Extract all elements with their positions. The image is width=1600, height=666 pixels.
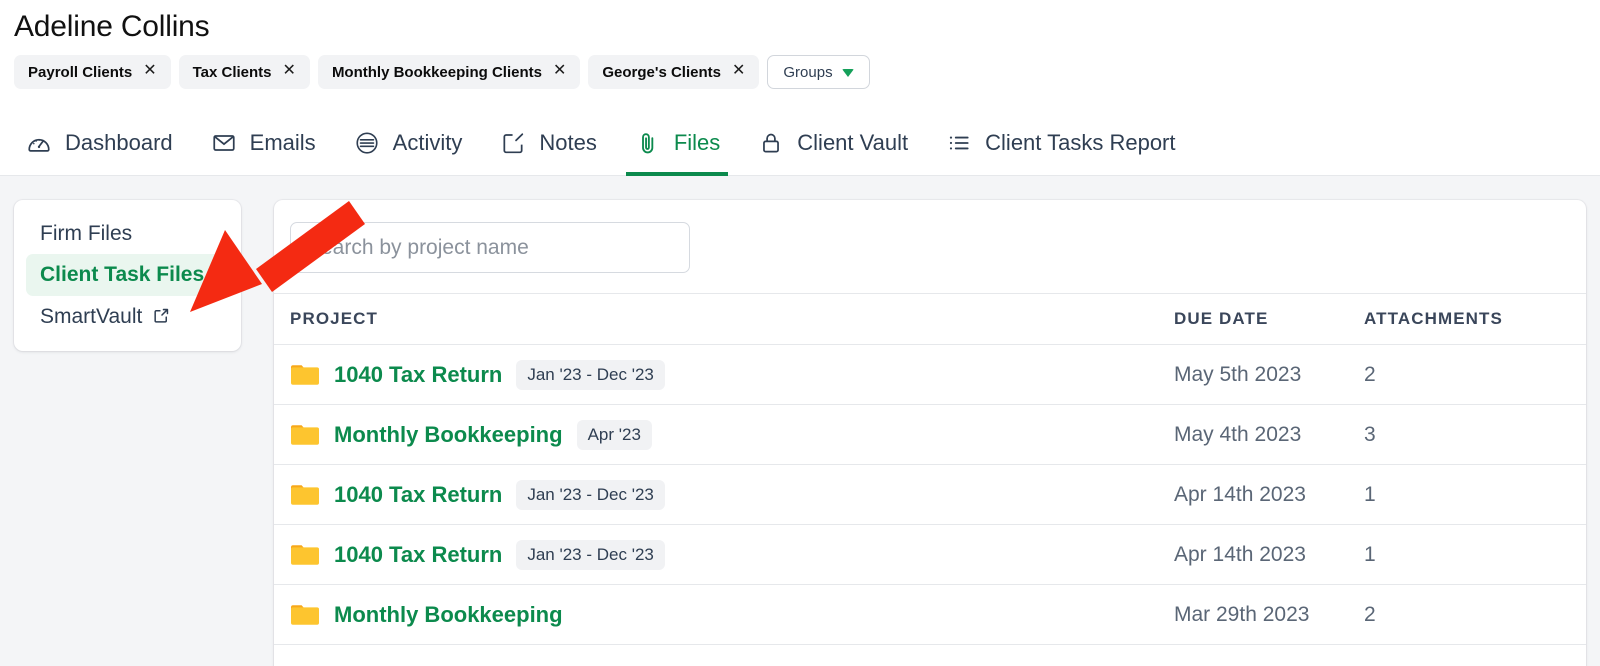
groups-dropdown-button[interactable]: Groups (767, 55, 870, 89)
folder-icon (291, 604, 319, 625)
files-panel: PROJECT DUE DATE ATTACHMENTS 1040 Tax Re… (274, 200, 1586, 666)
tab-client-tasks-report[interactable]: Client Tasks Report (934, 110, 1201, 176)
folder-icon (291, 364, 319, 385)
chip-label: Monthly Bookkeeping Clients (331, 63, 542, 81)
project-cell-inner: 1040 Tax Return Jan '23 - Dec '23 (290, 359, 1174, 390)
group-filter-chips: Payroll Clients ✕ Tax Clients ✕ Monthly … (14, 55, 870, 89)
files-table: PROJECT DUE DATE ATTACHMENTS 1040 Tax Re… (274, 293, 1586, 645)
cell-due-date: Mar 29th 2023 (1174, 584, 1364, 645)
tab-label: Client Vault (797, 129, 909, 155)
table-row[interactable]: Monthly Bookkeeping Apr '23 May 4th 2023 3 (274, 404, 1586, 465)
chip-georges-clients[interactable]: George's Clients ✕ (588, 55, 760, 89)
chip-label: George's Clients (602, 63, 721, 81)
close-icon[interactable]: ✕ (732, 63, 745, 79)
close-icon[interactable]: ✕ (553, 63, 566, 79)
period-badge: Apr '23 (576, 419, 652, 450)
table-header-row: PROJECT DUE DATE ATTACHMENTS (274, 293, 1586, 345)
project-link[interactable]: 1040 Tax Return (334, 482, 502, 508)
tab-client-vault[interactable]: Client Vault (746, 110, 934, 176)
search-row (274, 200, 1586, 293)
list-icon (946, 130, 972, 156)
tab-label: Notes (539, 129, 597, 155)
period-badge: Jan '23 - Dec '23 (516, 479, 665, 510)
tab-label: Client Tasks Report (985, 129, 1176, 155)
project-link[interactable]: Monthly Bookkeeping (334, 602, 563, 628)
chip-label: Payroll Clients (28, 63, 133, 81)
tab-emails[interactable]: Emails (199, 110, 342, 176)
project-cell-inner: Monthly Bookkeeping (290, 602, 1174, 628)
gauge-icon (26, 130, 52, 156)
main-tabbar: Dashboard Emails Activity Notes Files Cl… (0, 110, 1600, 176)
cell-due-date: Apr 14th 2023 (1174, 524, 1364, 585)
search-input[interactable] (290, 222, 690, 273)
groups-label: Groups (783, 63, 833, 81)
cell-project: Monthly Bookkeeping (274, 584, 1174, 645)
project-cell-inner: 1040 Tax Return Jan '23 - Dec '23 (290, 479, 1174, 510)
tab-activity[interactable]: Activity (342, 110, 489, 176)
table-row[interactable]: 1040 Tax Return Jan '23 - Dec '23 May 5th … (274, 344, 1586, 405)
tab-files[interactable]: Files (623, 110, 746, 176)
table-row[interactable]: 1040 Tax Return Jan '23 - Dec '23 Apr 14th… (274, 524, 1586, 585)
column-header-due-date[interactable]: DUE DATE (1174, 293, 1364, 345)
period-badge: Jan '23 - Dec '23 (516, 539, 665, 570)
tab-label: Emails (249, 129, 316, 155)
cell-attachments: 1 (1364, 524, 1586, 585)
folder-icon (291, 424, 319, 445)
chip-tax-clients[interactable]: Tax Clients ✕ (178, 55, 310, 89)
tab-notes[interactable]: Notes (488, 110, 622, 176)
note-edit-icon (500, 130, 526, 156)
chip-label: Tax Clients (192, 63, 272, 81)
tab-label: Activity (392, 129, 463, 155)
table-row[interactable]: Monthly Bookkeeping Mar 29th 2023 2 (274, 584, 1586, 645)
cell-due-date: May 4th 2023 (1174, 404, 1364, 465)
cell-project: Monthly Bookkeeping Apr '23 (274, 404, 1174, 465)
page-root: Adeline Collins Payroll Clients ✕ Tax Cl… (0, 0, 1600, 666)
cell-project: 1040 Tax Return Jan '23 - Dec '23 (274, 464, 1174, 525)
folder-icon (291, 544, 319, 565)
cell-due-date: Apr 14th 2023 (1174, 464, 1364, 525)
sidebar-item-firm-files[interactable]: Firm Files (26, 214, 229, 254)
folder-icon (291, 484, 319, 505)
page-title: Adeline Collins (14, 10, 210, 43)
column-header-attachments[interactable]: ATTACHMENTS (1364, 293, 1586, 345)
cell-attachments: 1 (1364, 464, 1586, 525)
cell-due-date: May 5th 2023 (1174, 344, 1364, 405)
project-link[interactable]: 1040 Tax Return (334, 542, 502, 568)
paperclip-icon (635, 130, 661, 156)
project-link[interactable]: Monthly Bookkeeping (334, 422, 563, 448)
cell-project: 1040 Tax Return Jan '23 - Dec '23 (274, 344, 1174, 405)
project-cell-inner: Monthly Bookkeeping Apr '23 (290, 419, 1174, 450)
cell-attachments: 2 (1364, 344, 1586, 405)
close-icon[interactable]: ✕ (283, 63, 296, 79)
lock-icon (758, 130, 784, 156)
table-row[interactable]: 1040 Tax Return Jan '23 - Dec '23 Apr 14th… (274, 464, 1586, 525)
sidebar-item-client-task-files[interactable]: Client Task Files (26, 254, 229, 297)
chevron-down-icon (841, 69, 854, 77)
sidebar-item-label: Firm Files (40, 222, 133, 245)
sidebar-item-smartvault[interactable]: SmartVault (26, 296, 229, 337)
files-sidebar: Firm Files Client Task Files SmartVault (14, 200, 241, 352)
files-table-body: 1040 Tax Return Jan '23 - Dec '23 May 5th … (274, 344, 1586, 645)
chip-payroll-clients[interactable]: Payroll Clients ✕ (14, 55, 171, 89)
column-header-project[interactable]: PROJECT (274, 293, 1174, 345)
tab-label: Dashboard (65, 129, 173, 155)
sidebar-item-label: SmartVault (40, 304, 143, 328)
sidebar-item-label: Client Task Files (40, 263, 205, 286)
external-link-icon (152, 306, 171, 331)
tab-dashboard[interactable]: Dashboard (14, 110, 199, 176)
project-link[interactable]: 1040 Tax Return (334, 362, 502, 388)
cell-attachments: 3 (1364, 404, 1586, 465)
files-table-head: PROJECT DUE DATE ATTACHMENTS (274, 293, 1586, 345)
period-badge: Jan '23 - Dec '23 (516, 359, 665, 390)
cell-project: 1040 Tax Return Jan '23 - Dec '23 (274, 524, 1174, 585)
envelope-icon (211, 130, 237, 156)
chip-monthly-bookkeeping-clients[interactable]: Monthly Bookkeeping Clients ✕ (317, 55, 581, 89)
close-icon[interactable]: ✕ (143, 63, 156, 79)
tab-label: Files (673, 129, 721, 155)
project-cell-inner: 1040 Tax Return Jan '23 - Dec '23 (290, 539, 1174, 570)
cell-attachments: 2 (1364, 584, 1586, 645)
activity-list-icon (354, 130, 380, 156)
